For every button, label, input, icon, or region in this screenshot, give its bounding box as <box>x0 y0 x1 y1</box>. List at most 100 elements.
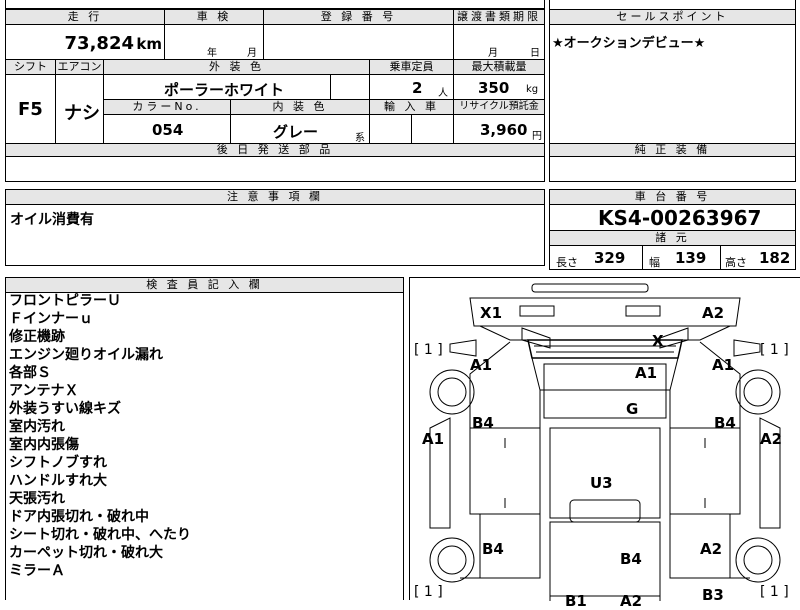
exterior-color-cell: ポーラーホワイト <box>103 74 331 100</box>
sales-point-text: ★オークションデビュー★ <box>552 36 706 51</box>
mark-b4-left: B4 <box>472 414 494 432</box>
mark-a1-right: A1 <box>712 356 735 374</box>
mark-b1: B1 <box>565 592 587 610</box>
mark-b3: B3 <box>702 586 724 604</box>
mark-x1: X1 <box>480 304 503 322</box>
dim-length-value: 329 <box>594 249 626 267</box>
max-load-unit: kg <box>526 84 539 95</box>
mark-a2-top: A2 <box>702 304 725 322</box>
inspector-note-line: 各部Ｓ <box>9 365 51 381</box>
car-outline-drawing <box>429 283 781 601</box>
inspector-notes-header: 検 査 員 記 入 欄 <box>5 277 404 293</box>
dim-width-cell: 幅 139 <box>642 245 721 270</box>
inspector-note-line: シート切れ・破れ中、へたり <box>9 527 191 543</box>
genuine-equipment-header: 純 正 装 備 <box>549 143 796 157</box>
inspector-note-line: エンジン廻りオイル漏れ <box>9 347 163 363</box>
genuine-equipment-cell <box>549 156 796 182</box>
dimensions-header: 諸 元 <box>549 230 796 246</box>
dim-height-label: 高さ <box>725 256 747 269</box>
exterior-color-value: ポーラーホワイト <box>164 81 285 99</box>
bracket-top-left: [ 1 ] <box>414 342 443 358</box>
import-cell-b <box>411 114 454 144</box>
chassis-number-header: 車 台 番 号 <box>549 189 796 205</box>
mileage-value: 73,824 <box>64 33 134 54</box>
transfer-day-unit: 日 <box>530 48 540 59</box>
inspector-note-line: Ｆインナーｕ <box>9 311 93 327</box>
color-no-value: 054 <box>152 121 184 139</box>
shift-value: F5 <box>18 99 43 120</box>
car-diagram: [ 1 ] [ 1 ] [ 1 ] [ 1 ] X1 A2 X A1 A1 A1… <box>409 277 800 610</box>
recycle-fee-unit: 円 <box>532 131 542 142</box>
mark-a2-side: A2 <box>760 430 783 448</box>
later-parts-header: 後 日 発 送 部 品 <box>5 143 545 157</box>
interior-color-header: 内 装 色 <box>230 99 370 115</box>
max-load-value: 350 <box>478 79 510 97</box>
inspector-notes-box: フロントピラーＵ Ｆインナーｕ 修正機跡 エンジン廻りオイル漏れ 各部Ｓ アンテナＸ 外装う… <box>5 292 404 600</box>
chassis-number-value: KS4-00263967 <box>598 206 762 230</box>
color-no-cell: 054 <box>103 114 231 144</box>
mark-a1-center: A1 <box>635 364 658 382</box>
shift-header: シフト <box>5 59 56 75</box>
capacity-header: 乗車定員 <box>369 59 454 75</box>
recycle-fee-value: 3,960 <box>480 121 528 139</box>
exterior-color-extra-cell <box>330 74 370 100</box>
mileage-header: 走 行 <box>5 9 165 25</box>
bracket-top-right: [ 1 ] <box>760 342 789 358</box>
max-load-header: 最大積載量 <box>453 59 545 75</box>
inspector-note-line: 室内汚れ <box>9 419 65 435</box>
registration-header: 登 録 番 号 <box>263 9 454 25</box>
transfer-deadline-header: 譲渡書類期限 <box>453 9 545 25</box>
capacity-value: 2 <box>412 79 423 97</box>
mark-a2-bottom: A2 <box>620 592 643 610</box>
transfer-deadline-cell: 月 日 <box>453 24 545 60</box>
interior-color-value: グレー <box>273 123 319 141</box>
aircon-cell: ナシ <box>55 74 104 144</box>
capacity-cell: 2 人 <box>369 74 454 100</box>
inspector-note-line: 天張汚れ <box>9 491 65 507</box>
max-load-cell: 350 kg <box>453 74 545 100</box>
shift-cell: F5 <box>5 74 56 144</box>
chassis-number-cell: KS4-00263967 <box>549 204 796 231</box>
inspector-note-line: 修正機跡 <box>9 329 65 345</box>
mark-a1-left: A1 <box>470 356 493 374</box>
inspector-note-line: フロントピラーＵ <box>9 293 121 309</box>
sales-point-cell: ★オークションデビュー★ <box>549 24 796 144</box>
capacity-unit: 人 <box>438 88 448 99</box>
exterior-color-header: 外 装 色 <box>103 59 370 75</box>
mark-u3: U3 <box>590 474 613 492</box>
inspector-note-line: 外装うすい線キズ <box>9 401 121 417</box>
inspection-cell: 年 月 <box>164 24 264 60</box>
mileage-unit: km <box>136 35 162 53</box>
dim-width-label: 幅 <box>649 256 660 269</box>
transfer-month-unit: 月 <box>488 48 498 59</box>
mileage-cell: 73,824 km <box>5 24 165 60</box>
inspection-year-unit: 年 <box>207 48 217 59</box>
later-parts-cell <box>5 156 545 182</box>
import-header: 輸 入 車 <box>369 99 454 115</box>
dim-height-value: 182 <box>759 249 791 267</box>
inspector-note-line: カーペット切れ・破れ大 <box>9 545 163 561</box>
aircon-header: エアコン <box>55 59 104 75</box>
dim-length-label: 長さ <box>556 256 578 269</box>
color-no-header: カラーNo. <box>103 99 231 115</box>
inspector-note-line: 室内内張傷 <box>9 437 79 453</box>
mark-b4-right: B4 <box>714 414 736 432</box>
registration-cell <box>263 24 454 60</box>
aircon-value: ナシ <box>64 103 100 124</box>
caution-header: 注 意 事 項 欄 <box>5 189 545 205</box>
interior-color-suffix: 系 <box>355 133 365 144</box>
mark-x-roof: X <box>652 332 664 350</box>
dim-length-cell: 長さ 329 <box>549 245 643 270</box>
import-cell-a <box>369 114 412 144</box>
inspection-month-unit: 月 <box>247 48 257 59</box>
inspector-note-line: ミラーＡ <box>9 563 65 579</box>
caution-text: オイル消費有 <box>10 212 94 228</box>
dim-width-value: 139 <box>675 249 707 267</box>
inspection-header: 車 検 <box>164 9 264 25</box>
bracket-bottom-left: [ 1 ] <box>414 584 443 600</box>
mark-g: G <box>626 400 639 418</box>
sales-point-header: セールスポイント <box>549 9 796 25</box>
inspector-note-line: シフトノブすれ <box>9 455 107 471</box>
inspector-note-line: ドア内張切れ・破れ中 <box>9 509 149 525</box>
mark-b4-lower-center: B4 <box>620 550 642 568</box>
